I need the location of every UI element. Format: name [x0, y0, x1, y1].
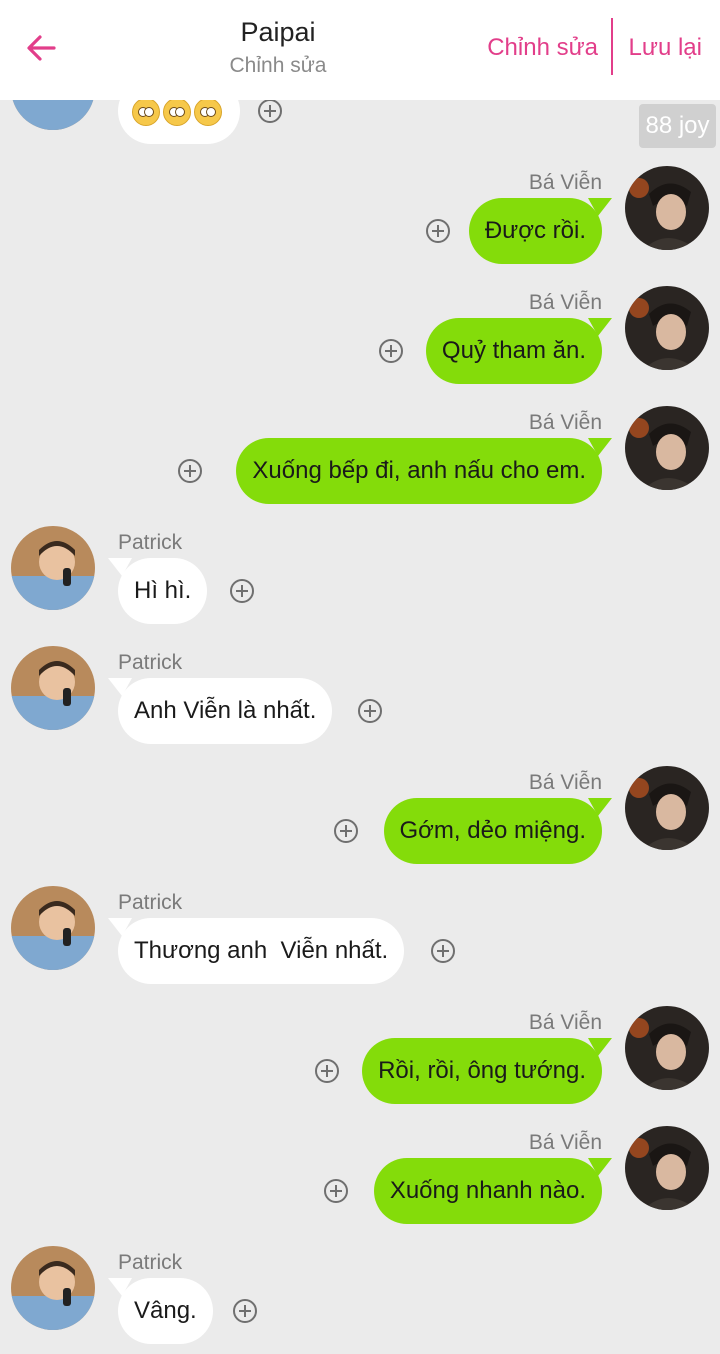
- message-bubble: Thương anh Viễn nhất.: [118, 918, 405, 984]
- sender-name: Bá Viễn: [528, 1131, 602, 1154]
- add-reaction-button[interactable]: [230, 579, 254, 603]
- bubble-tail: [108, 918, 132, 936]
- patrick-avatar[interactable]: [11, 526, 95, 610]
- sender-name: Bá Viễn: [528, 411, 602, 434]
- chat-title: Paipai: [240, 17, 316, 47]
- message-bubble: Vâng.: [118, 1278, 213, 1344]
- bubble-tail: [588, 198, 612, 216]
- message-bubble: Anh Viễn là nhất.: [118, 678, 333, 744]
- ba-vien-avatar[interactable]: [625, 406, 709, 490]
- patrick-avatar[interactable]: [11, 886, 95, 970]
- bubble-tail: [108, 678, 132, 696]
- patrick-avatar[interactable]: [11, 646, 95, 730]
- sender-name: Patrick: [118, 1251, 183, 1274]
- add-reaction-button[interactable]: [358, 699, 382, 723]
- add-reaction-button[interactable]: [178, 459, 202, 483]
- pleading-face-emoji: [194, 97, 222, 126]
- ba-vien-avatar[interactable]: [625, 766, 709, 850]
- header-divider: [611, 18, 613, 75]
- add-reaction-button[interactable]: [379, 339, 403, 363]
- add-reaction-button[interactable]: [315, 1059, 339, 1083]
- bubble-tail: [588, 438, 612, 456]
- add-reaction-button[interactable]: [334, 819, 358, 843]
- title-group: Paipai Chỉnh sửa: [178, 14, 378, 82]
- bubble-tail: [588, 1038, 612, 1056]
- message-bubble: Xuống nhanh nào.: [373, 1158, 602, 1224]
- watermark: 88 joy: [639, 104, 716, 148]
- edit-button[interactable]: Chỉnh sửa: [487, 32, 598, 64]
- sender-name: Bá Viễn: [528, 171, 602, 194]
- chat-header: Paipai Chỉnh sửa Chỉnh sửa Lưu lại: [0, 0, 720, 100]
- bubble-tail: [588, 318, 612, 336]
- message-bubble: Được rồi.: [468, 198, 602, 264]
- sender-name: Bá Viễn: [528, 771, 602, 794]
- message-bubble: Gớm, dẻo miệng.: [383, 798, 602, 864]
- message-bubble: Quỷ tham ăn.: [425, 318, 602, 384]
- pleading-face-emoji: [163, 97, 191, 126]
- sender-name: Patrick: [118, 651, 183, 674]
- bubble-tail: [108, 1278, 132, 1296]
- ba-vien-avatar[interactable]: [625, 286, 709, 370]
- bubble-tail: [588, 1158, 612, 1176]
- message-bubble: Rồi, rồi, ông tướng.: [362, 1038, 602, 1104]
- add-reaction-button[interactable]: [324, 1179, 348, 1203]
- sender-name: Bá Viễn: [528, 1011, 602, 1034]
- add-reaction-button[interactable]: [233, 1299, 257, 1323]
- add-reaction-button[interactable]: [258, 99, 282, 123]
- ba-vien-avatar[interactable]: [625, 1006, 709, 1090]
- add-reaction-button[interactable]: [426, 219, 450, 243]
- save-button[interactable]: Lưu lại: [629, 32, 702, 64]
- sender-name: Patrick: [118, 891, 183, 914]
- add-reaction-button[interactable]: [431, 939, 455, 963]
- sender-name: Bá Viễn: [528, 291, 602, 314]
- sender-name: Patrick: [118, 531, 183, 554]
- bubble-tail: [588, 798, 612, 816]
- ba-vien-avatar[interactable]: [625, 1126, 709, 1210]
- arrow-left-icon: [27, 35, 56, 61]
- back-button[interactable]: [20, 26, 64, 70]
- message-bubble: Xuống bếp đi, anh nấu cho em.: [236, 438, 602, 504]
- patrick-avatar[interactable]: [11, 1246, 95, 1330]
- pleading-face-emoji: [132, 97, 160, 126]
- bubble-tail: [108, 558, 132, 576]
- chat-subtitle: Chỉnh sửa: [229, 54, 327, 77]
- ba-vien-avatar[interactable]: [625, 166, 709, 250]
